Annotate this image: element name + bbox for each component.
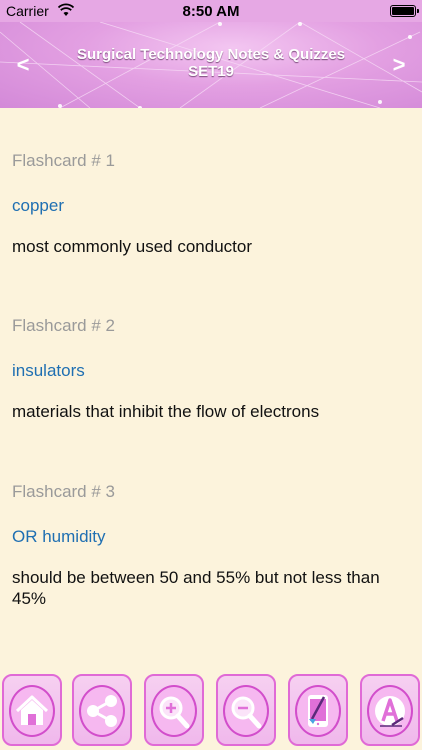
flashcard-term: OR humidity (12, 527, 106, 546)
previous-button[interactable]: < (8, 50, 38, 80)
flashcard-3: Flashcard # 3 OR humidity should be betw… (12, 482, 412, 608)
home-icon (15, 695, 49, 725)
title-line-1: Surgical Technology Notes & Quizzes (76, 46, 346, 63)
zoom-out-icon (231, 696, 262, 729)
share-button[interactable] (72, 674, 132, 746)
phone-clean-icon (308, 695, 328, 727)
zoom-out-button[interactable] (216, 674, 276, 746)
battery-icon (390, 5, 419, 17)
flashcard-number: Flashcard # 2 (12, 316, 115, 335)
clean-screen-button[interactable] (288, 674, 348, 746)
page-title: Surgical Technology Notes & Quizzes SET1… (60, 46, 362, 80)
font-style-button[interactable] (360, 674, 420, 746)
next-button[interactable]: > (384, 50, 414, 80)
bottom-toolbar (0, 664, 422, 750)
flashcard-number: Flashcard # 1 (12, 151, 115, 170)
zoom-in-button[interactable] (144, 674, 204, 746)
flashcard-definition: should be between 50 and 55% but not les… (12, 568, 380, 608)
flashcard-2: Flashcard # 2 insulators materials that … (12, 316, 412, 421)
flashcard-list: Flashcard # 1 copper most commonly used … (0, 108, 422, 664)
flashcard-definition: most commonly used conductor (12, 237, 252, 256)
font-style-icon (375, 696, 405, 727)
zoom-in-icon (159, 696, 190, 729)
home-button[interactable] (2, 674, 62, 746)
flashcard-1: Flashcard # 1 copper most commonly used … (12, 151, 412, 256)
flashcard-term: insulators (12, 361, 85, 380)
flashcard-definition: materials that inhibit the flow of elect… (12, 402, 320, 421)
title-line-2: SET19 (188, 63, 234, 80)
nav-header: < Surgical Technology Notes & Quizzes SE… (0, 22, 422, 108)
share-icon (87, 695, 117, 727)
status-bar: Carrier 8:50 AM (0, 0, 422, 22)
flashcard-number: Flashcard # 3 (12, 482, 115, 501)
clock: 8:50 AM (182, 3, 240, 20)
flashcard-term: copper (12, 196, 64, 215)
